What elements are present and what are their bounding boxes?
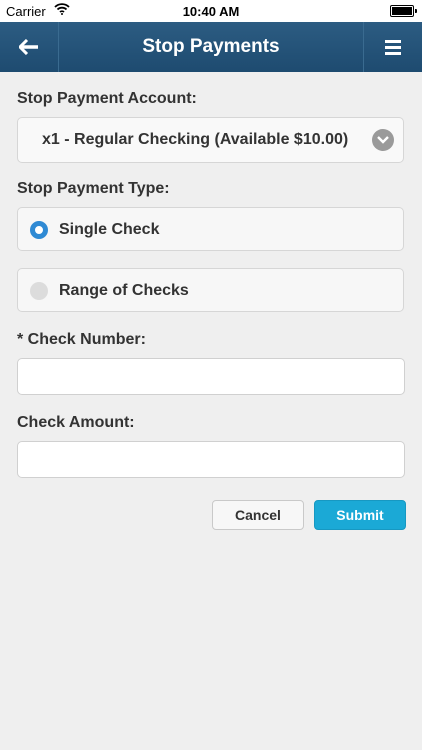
clock: 10:40 AM bbox=[182, 4, 240, 19]
hamburger-menu-icon bbox=[385, 40, 401, 55]
page-title: Stop Payments bbox=[142, 36, 280, 57]
cancel-button[interactable]: Cancel bbox=[212, 500, 304, 530]
radio-option-single-check[interactable]: Single Check bbox=[17, 207, 404, 251]
check-amount-label: Check Amount: bbox=[17, 414, 135, 431]
check-number-input[interactable] bbox=[17, 358, 405, 395]
radio-label-single-check: Single Check bbox=[59, 221, 160, 238]
radio-label-range-of-checks: Range of Checks bbox=[59, 282, 189, 299]
back-button[interactable] bbox=[0, 22, 59, 72]
account-select[interactable]: x1 - Regular Checking (Available $10.00) bbox=[17, 117, 404, 163]
submit-button[interactable]: Submit bbox=[314, 500, 406, 530]
type-label: Stop Payment Type: bbox=[17, 180, 170, 197]
account-label: Stop Payment Account: bbox=[17, 90, 197, 107]
radio-unselected-icon bbox=[30, 282, 48, 300]
account-selected-value: x1 - Regular Checking (Available $10.00) bbox=[42, 131, 349, 148]
radio-option-range-of-checks[interactable]: Range of Checks bbox=[17, 268, 404, 312]
radio-selected-icon bbox=[30, 221, 48, 239]
check-amount-input[interactable] bbox=[17, 441, 405, 478]
check-number-label: * Check Number: bbox=[17, 331, 146, 348]
navigation-bar: Stop Payments bbox=[0, 22, 422, 72]
menu-button[interactable] bbox=[363, 22, 422, 72]
arrow-left-icon bbox=[19, 39, 38, 55]
battery-icon bbox=[390, 5, 417, 17]
status-bar: Carrier 10:40 AM bbox=[0, 0, 422, 22]
chevron-down-icon bbox=[372, 129, 394, 151]
